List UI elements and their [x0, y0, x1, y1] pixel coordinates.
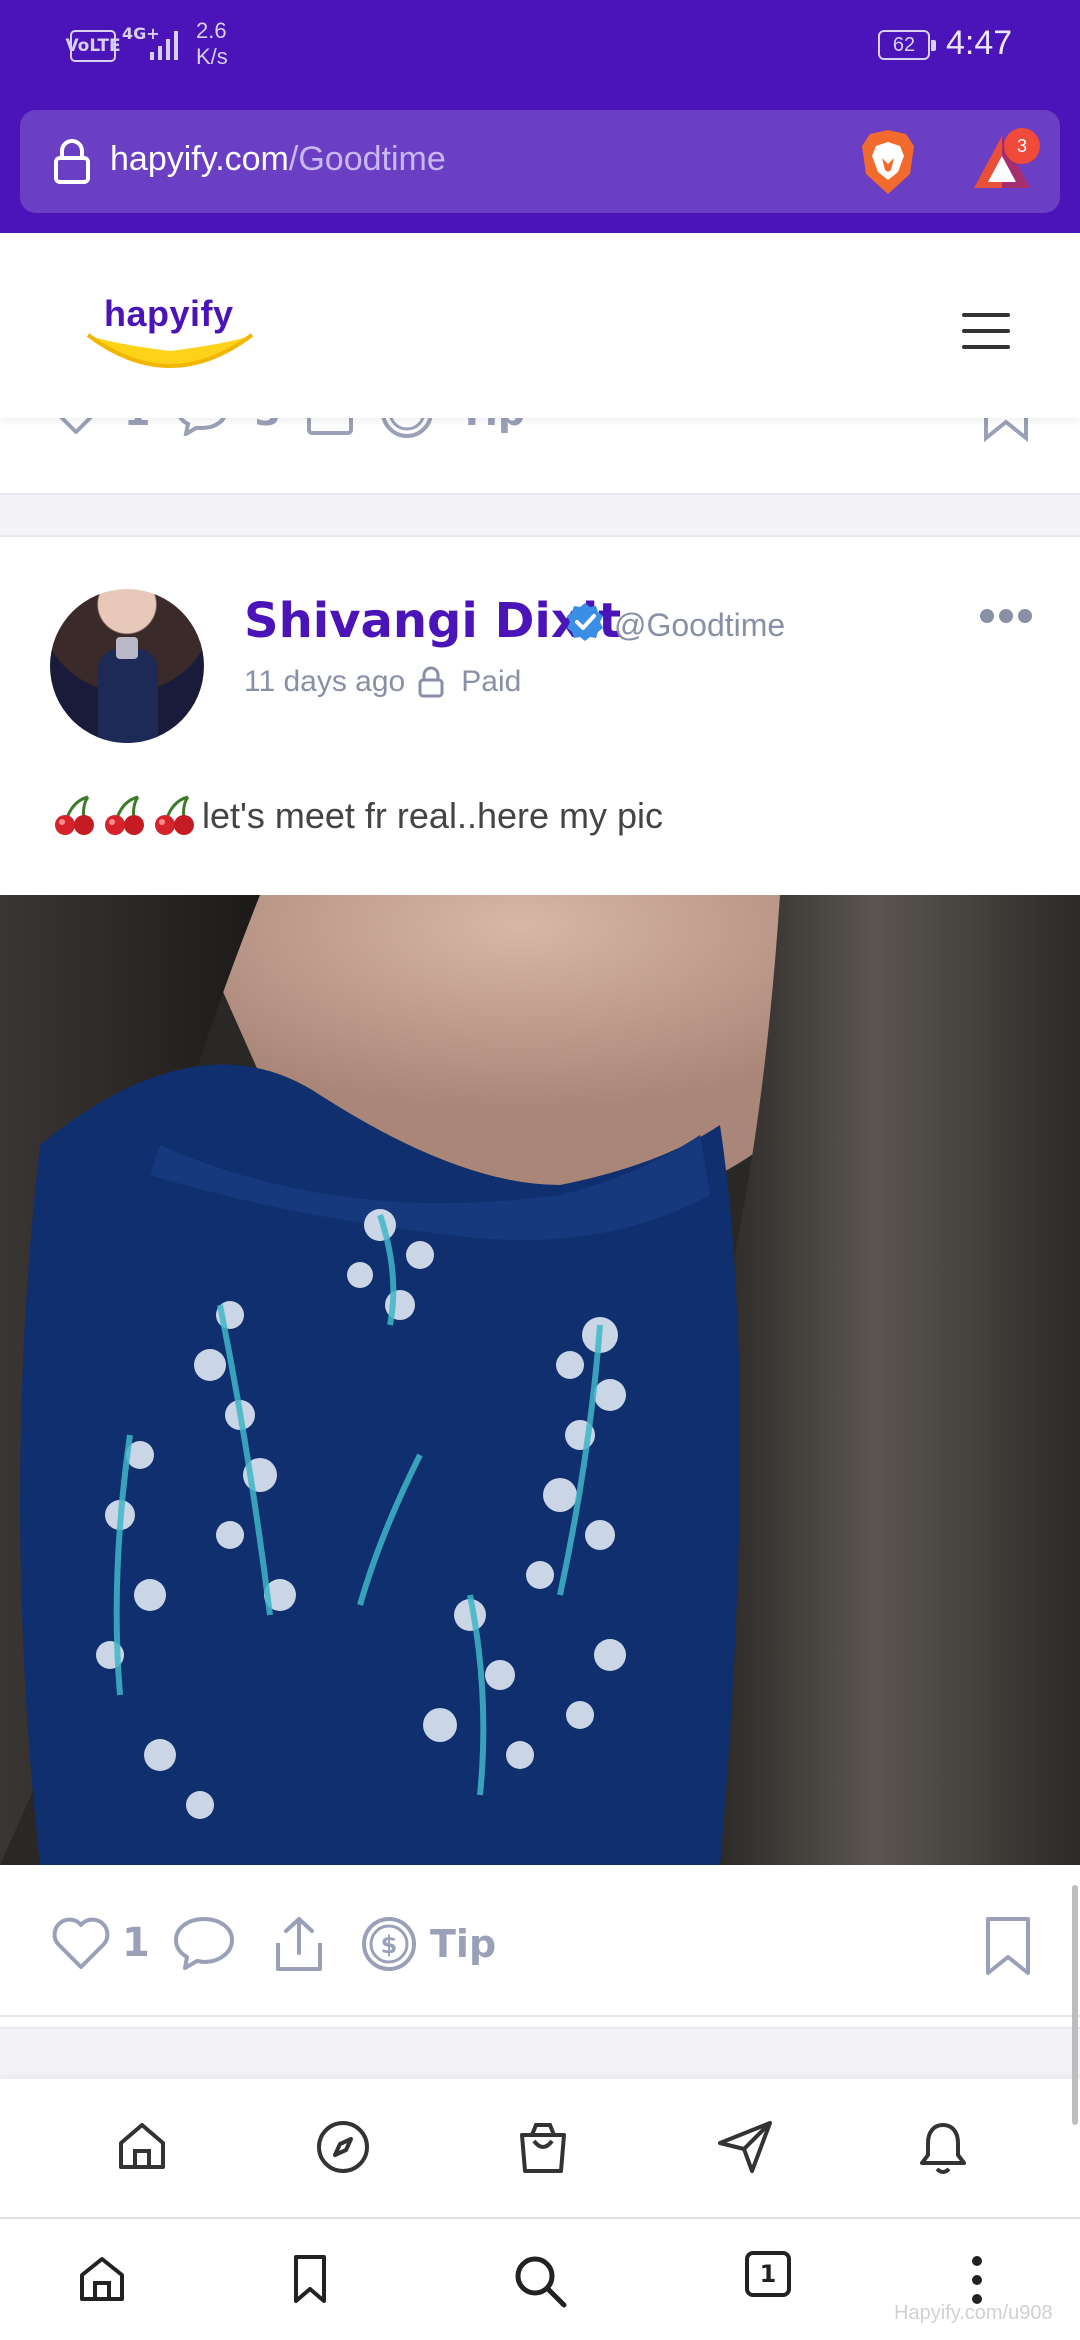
verified-badge-icon — [567, 603, 603, 641]
menu-dots-icon[interactable] — [962, 2253, 992, 2307]
lock-icon[interactable] — [52, 138, 92, 184]
url-field[interactable]: hapyify.com/Goodtime — [20, 110, 1060, 213]
tip-label[interactable]: Tip — [430, 1922, 496, 1966]
post-visibility: Paid — [461, 665, 522, 698]
clock: 4:47 — [946, 24, 1013, 62]
post-separator — [0, 2027, 1080, 2077]
post-photo[interactable] — [0, 895, 1080, 1865]
volte-indicator: VoLTE — [65, 30, 121, 62]
tip-action[interactable]: $ Tip — [360, 1915, 496, 1973]
send-icon[interactable] — [716, 2119, 774, 2175]
lock-icon — [418, 666, 444, 698]
home-icon[interactable] — [115, 2119, 169, 2173]
comment-action[interactable] — [172, 1915, 236, 1971]
post-actions: 1 $ Tip — [0, 1865, 1080, 2017]
more-options-icon[interactable] — [980, 609, 1032, 623]
network-speed: 2.6 K/s — [196, 18, 228, 70]
search-icon[interactable] — [512, 2253, 568, 2309]
post-card: Shivangi Dixit @Goodtime 11 days ago Pai… — [0, 537, 1080, 2027]
site-header: hapyify — [0, 233, 1080, 418]
post-time: 11 days ago — [244, 665, 406, 698]
url-domain: hapyify.com — [110, 140, 289, 178]
battery-indicator: 62 — [878, 30, 936, 60]
brave-shields-icon[interactable] — [858, 128, 918, 196]
post-text-body: let's meet fr real..here my pic — [202, 795, 664, 836]
like-count: 1 — [122, 1920, 150, 1966]
explore-compass-icon[interactable] — [315, 2119, 371, 2175]
hapyify-logo[interactable]: hapyify — [82, 293, 258, 378]
like-action[interactable]: 1 — [50, 1915, 150, 1971]
bookmark-icon[interactable] — [982, 1915, 1034, 1977]
network-speed-unit: K/s — [196, 44, 228, 69]
browser-address-bar: hapyify.com/Goodtime 3 — [0, 100, 1080, 233]
watermark: Hapyify.com/u908 — [894, 2302, 1053, 2324]
author-avatar[interactable] — [50, 589, 204, 743]
heart-icon[interactable] — [50, 1915, 112, 1971]
bookmark-action[interactable] — [982, 1915, 1034, 1977]
signal-strength-icon — [150, 31, 178, 60]
tabs-icon[interactable]: 1 — [745, 2251, 791, 2297]
url-text[interactable]: hapyify.com/Goodtime — [110, 140, 446, 179]
shop-bag-icon[interactable] — [516, 2119, 570, 2175]
cherry-icon — [55, 795, 94, 835]
status-bar: VoLTE 4G+ 2.6 K/s 62 4:47 — [0, 0, 1080, 100]
rewards-badge: 3 — [1004, 128, 1040, 164]
network-speed-value: 2.6 — [196, 18, 227, 43]
url-path: /Goodtime — [288, 140, 446, 178]
scrollbar[interactable] — [1072, 1885, 1078, 2125]
cherry-icon — [105, 795, 144, 835]
menu-hamburger-icon[interactable] — [962, 313, 1012, 349]
post-meta: 11 days ago Paid — [244, 665, 521, 699]
author-handle[interactable]: @Goodtime — [614, 607, 785, 644]
share-icon[interactable] — [272, 1915, 326, 1975]
logo-text: hapyify — [104, 293, 234, 334]
comment-icon[interactable] — [172, 1915, 236, 1971]
post-text: let's meet fr real..here my pic — [52, 793, 663, 839]
notifications-bell-icon[interactable] — [916, 2119, 970, 2177]
bookmark-icon[interactable] — [290, 2253, 330, 2305]
tip-coin-icon[interactable]: $ — [360, 1915, 418, 1973]
share-action[interactable] — [272, 1915, 326, 1975]
home-icon[interactable] — [76, 2253, 128, 2305]
svg-text:$: $ — [381, 1931, 398, 1959]
site-bottom-nav — [0, 2077, 1080, 2217]
post-separator — [0, 495, 1080, 537]
cherry-icon — [155, 795, 194, 835]
